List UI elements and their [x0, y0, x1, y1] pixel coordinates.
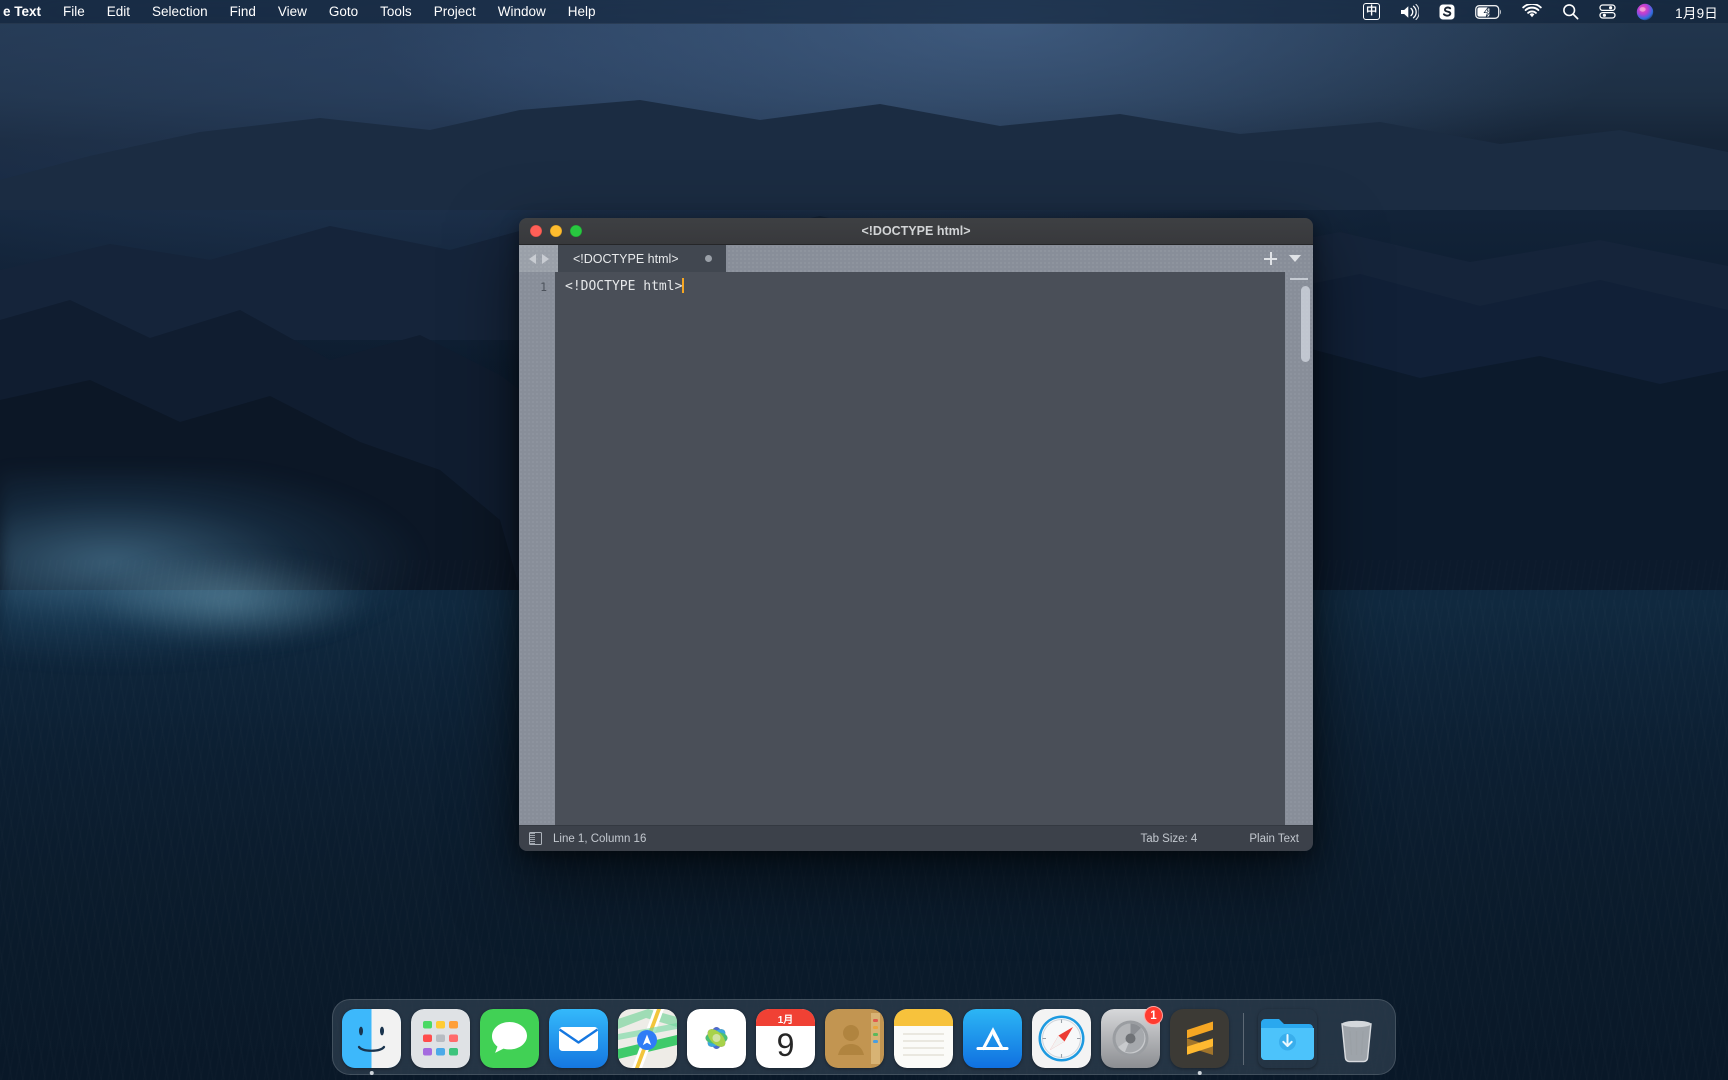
menu-view[interactable]: View: [267, 0, 318, 24]
trash-icon: [1327, 1009, 1386, 1068]
vertical-scrollbar[interactable]: [1301, 286, 1310, 362]
tab-doctype-html[interactable]: <!DOCTYPE html>: [558, 245, 726, 272]
sublime-text-icon: [1170, 1009, 1229, 1068]
window-controls: [519, 225, 582, 237]
mail-icon: [549, 1009, 608, 1068]
new-tab-plus-icon[interactable]: [1264, 252, 1277, 265]
launchpad-icon: [411, 1009, 470, 1068]
input-method-icon[interactable]: 中: [1354, 3, 1389, 20]
window-title: <!DOCTYPE html>: [861, 224, 971, 238]
dock-item-photos[interactable]: [687, 1009, 746, 1068]
finder-icon: [342, 1009, 401, 1068]
unsaved-changes-dot-icon[interactable]: [704, 255, 712, 262]
window-title-bar[interactable]: <!DOCTYPE html>: [519, 218, 1313, 245]
dock-item-trash[interactable]: [1327, 1009, 1386, 1068]
sogou-input-icon[interactable]: [1430, 4, 1464, 20]
menu-project[interactable]: Project: [423, 0, 487, 24]
tab-size-label[interactable]: Tab Size: 4: [1140, 833, 1197, 845]
running-indicator-dot: [1197, 1070, 1202, 1075]
dock-item-launchpad[interactable]: [411, 1009, 470, 1068]
minimap-line-1: [1290, 278, 1308, 280]
menu-selection[interactable]: Selection: [141, 0, 219, 24]
text-cursor: [682, 278, 685, 293]
running-indicator-dot: [369, 1070, 374, 1075]
line-number: 1: [540, 280, 547, 294]
tab-dropdown-caret-icon[interactable]: [1289, 255, 1301, 262]
menu-window[interactable]: Window: [487, 0, 557, 24]
notes-icon: [894, 1009, 953, 1068]
calendar-icon: 1月 9: [756, 1009, 815, 1068]
notification-badge: 1: [1144, 1006, 1163, 1025]
sublime-text-window[interactable]: <!DOCTYPE html> <!DOCTYPE html> 1 <!DOCT…: [519, 218, 1313, 851]
minimap[interactable]: [1285, 272, 1313, 825]
tab-previous-arrow-icon[interactable]: [529, 253, 536, 264]
sidebar-toggle-icon[interactable]: [529, 832, 542, 845]
menu-bar: e Text File Edit Selection Find View Got…: [0, 0, 1728, 24]
dock-item-calendar[interactable]: 1月 9: [756, 1009, 815, 1068]
menu-help[interactable]: Help: [557, 0, 607, 24]
dock-item-notes[interactable]: [894, 1009, 953, 1068]
downloads-folder-icon: [1258, 1009, 1317, 1068]
dock-item-system-preferences[interactable]: 1: [1101, 1006, 1163, 1068]
calendar-month-label: 1月: [778, 1014, 794, 1026]
menu-edit[interactable]: Edit: [96, 0, 141, 24]
maps-icon: [618, 1009, 677, 1068]
status-bar-left: Line 1, Column 16: [529, 832, 646, 845]
status-bar-right: Tab Size: 4 Plain Text: [1140, 833, 1299, 845]
dock-item-messages[interactable]: [480, 1009, 539, 1068]
tab-label: <!DOCTYPE html>: [573, 251, 679, 266]
line-number-gutter: 1: [519, 272, 555, 825]
calendar-day-label: 9: [777, 1027, 795, 1063]
photos-icon: [687, 1009, 746, 1068]
dock-separator: [1243, 1013, 1244, 1065]
wifi-icon[interactable]: [1513, 4, 1551, 19]
dock-item-maps[interactable]: [618, 1009, 677, 1068]
spotlight-search-icon[interactable]: [1553, 3, 1588, 20]
menu-find[interactable]: Find: [219, 0, 267, 24]
volume-icon[interactable]: [1391, 3, 1428, 20]
dock: 1月 9 1: [332, 999, 1396, 1075]
dock-item-sublime-text[interactable]: [1170, 1009, 1229, 1075]
code-line-1: <!DOCTYPE html>: [565, 279, 683, 294]
dock-item-safari[interactable]: [1032, 1009, 1091, 1068]
menu-bar-clock[interactable]: 1月9日: [1665, 2, 1724, 22]
status-bar: Line 1, Column 16 Tab Size: 4 Plain Text: [519, 825, 1313, 851]
siri-icon[interactable]: [1627, 3, 1663, 21]
syntax-label[interactable]: Plain Text: [1249, 833, 1299, 845]
menu-bar-status-area: 中 1月9日: [1354, 2, 1728, 22]
tab-bar: <!DOCTYPE html>: [519, 245, 1313, 272]
tab-navigation-controls: [519, 245, 558, 272]
menu-tools[interactable]: Tools: [369, 0, 423, 24]
close-button[interactable]: [530, 225, 542, 237]
menu-bar-left: e Text File Edit Selection Find View Got…: [0, 0, 607, 24]
cursor-position-label[interactable]: Line 1, Column 16: [553, 833, 646, 845]
safari-icon: [1032, 1009, 1091, 1068]
code-text-area[interactable]: <!DOCTYPE html>: [555, 272, 1285, 825]
battery-charging-icon[interactable]: [1466, 4, 1511, 19]
menu-app-name[interactable]: e Text: [0, 0, 52, 24]
input-method-label: 中: [1366, 5, 1378, 17]
menu-goto[interactable]: Goto: [318, 0, 369, 24]
minimize-button[interactable]: [550, 225, 562, 237]
dock-item-finder[interactable]: [342, 1009, 401, 1075]
editor-area[interactable]: 1 <!DOCTYPE html>: [519, 272, 1313, 825]
dock-item-downloads-folder[interactable]: [1258, 1009, 1317, 1068]
control-center-icon[interactable]: [1590, 3, 1625, 20]
contacts-icon: [825, 1009, 884, 1068]
tab-bar-right-controls: [1264, 245, 1313, 272]
messages-icon: [480, 1009, 539, 1068]
dock-item-app-store[interactable]: [963, 1009, 1022, 1068]
app-store-icon: [963, 1009, 1022, 1068]
menu-file[interactable]: File: [52, 0, 96, 24]
zoom-button[interactable]: [570, 225, 582, 237]
dock-item-contacts[interactable]: [825, 1009, 884, 1068]
dock-item-mail[interactable]: [549, 1009, 608, 1068]
tab-next-arrow-icon[interactable]: [542, 253, 549, 264]
